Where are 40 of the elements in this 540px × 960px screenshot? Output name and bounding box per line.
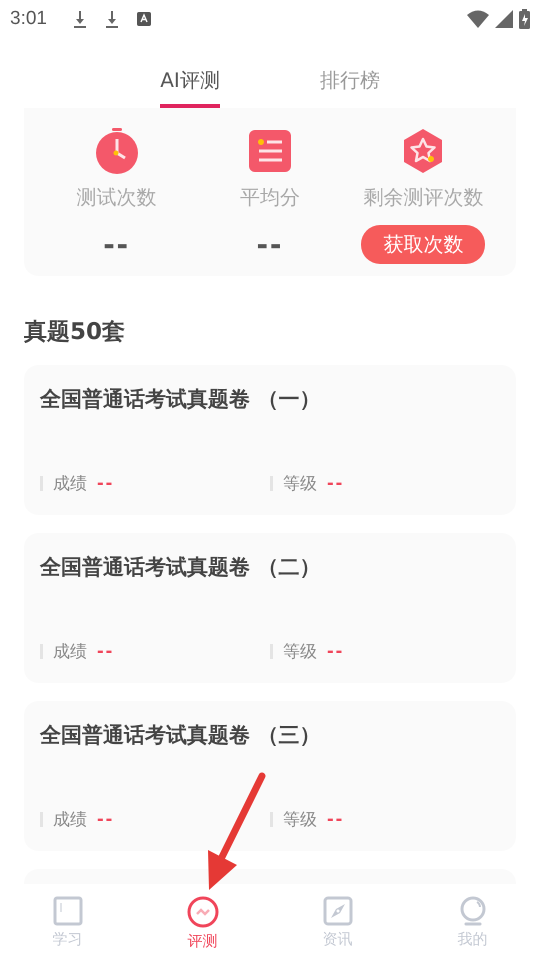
level-label: 等级 — [283, 641, 317, 663]
level-label: 等级 — [283, 473, 317, 495]
exam-card[interactable]: 全国普通话考试真题卷 （三） 成绩 -- 等级 -- — [24, 701, 516, 851]
chart-circle-icon — [186, 896, 218, 928]
exam-title: 全国普通话考试真题卷 （二） — [40, 554, 322, 581]
battery-icon — [519, 9, 530, 29]
download-icon — [104, 10, 119, 28]
stat-value: -- — [103, 225, 130, 264]
wifi-icon — [467, 10, 489, 28]
exam-card[interactable]: 全国普通话考试真题卷 （一） 成绩 -- 等级 -- — [24, 365, 516, 515]
level-label: 等级 — [283, 809, 317, 831]
nav-item[interactable]: 评测 — [135, 884, 270, 960]
tab[interactable]: 排行榜 — [320, 38, 380, 108]
keyboard-icon — [136, 12, 151, 26]
stat-label: 平均分 — [240, 184, 300, 211]
download-icon — [72, 10, 87, 28]
score-label: 成绩 — [53, 809, 87, 831]
section-title: 真题50套 — [24, 318, 126, 347]
exam-title: 全国普通话考试真题卷 （一） — [40, 386, 322, 413]
level-value: -- — [327, 472, 344, 495]
list-icon — [246, 128, 293, 174]
score-value: -- — [97, 472, 114, 495]
score-value: -- — [97, 808, 114, 831]
stat-label: 测试次数 — [76, 184, 157, 211]
book-icon — [52, 896, 82, 926]
level-value: -- — [327, 640, 344, 663]
get-count-button[interactable]: 获取次数 — [361, 225, 486, 264]
score-label: 成绩 — [53, 641, 87, 663]
profile-icon — [458, 896, 488, 926]
score-value: -- — [97, 640, 114, 663]
exam-card[interactable]: 全国普通话考试真题卷 （二） 成绩 -- 等级 -- — [24, 533, 516, 683]
stat-label: 剩余测评次数 — [363, 184, 484, 211]
stopwatch-icon — [94, 128, 140, 174]
score-label: 成绩 — [53, 473, 87, 495]
compass-icon — [322, 896, 352, 926]
status-time: 3:01 — [10, 8, 47, 30]
exam-title: 全国普通话考试真题卷 （三） — [40, 722, 322, 749]
level-value: -- — [327, 808, 344, 831]
signal-icon — [495, 10, 513, 28]
stat-value: -- — [256, 225, 284, 264]
